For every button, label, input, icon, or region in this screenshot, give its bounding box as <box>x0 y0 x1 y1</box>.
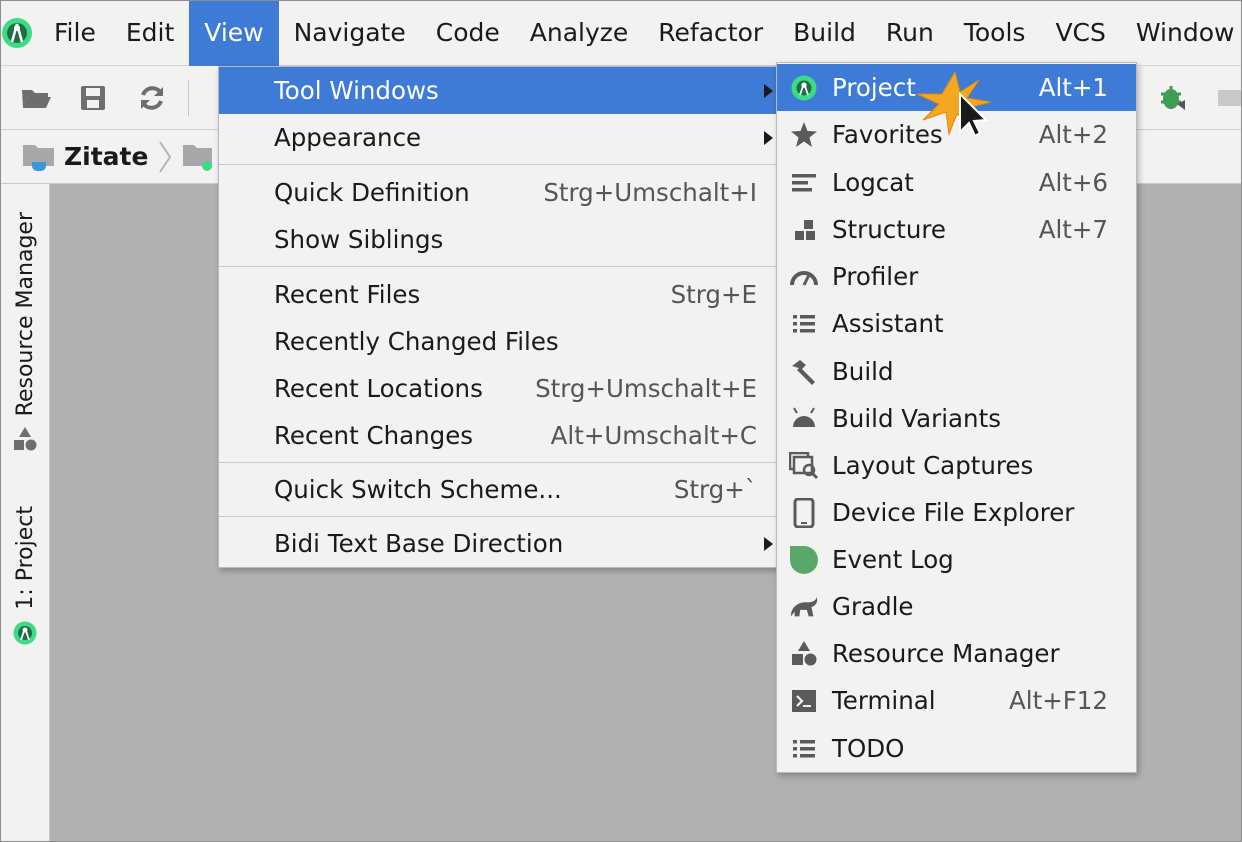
menu-bar: File Edit View Navigate Code Analyze Ref… <box>0 0 1242 66</box>
submenu-item-device-file-explorer[interactable]: Device File Explorer <box>777 489 1136 536</box>
submenu-item-layout-captures[interactable]: Layout Captures <box>777 442 1136 489</box>
tab-resource-manager-label: Resource Manager <box>12 212 38 417</box>
menu-edit[interactable]: Edit <box>111 0 189 66</box>
menu-build[interactable]: Build <box>778 0 871 66</box>
logcat-icon <box>789 168 819 198</box>
submenu-item-todo[interactable]: TODO <box>777 725 1136 772</box>
submenu-item-structure[interactable]: Structure Alt+7 <box>777 206 1136 253</box>
submenu-item-profiler[interactable]: Profiler <box>777 253 1136 300</box>
menu-item-show-siblings[interactable]: Show Siblings <box>219 216 777 263</box>
menu-item-quick-switch-scheme[interactable]: Quick Switch Scheme... Strg+` <box>219 466 777 513</box>
submenu-item-build[interactable]: Build <box>777 348 1136 395</box>
android-studio-logo-icon <box>0 0 34 66</box>
menu-tools[interactable]: Tools <box>949 0 1041 66</box>
submenu-item-resource-manager[interactable]: Resource Manager <box>777 630 1136 677</box>
terminal-icon <box>789 686 819 716</box>
resources-icon <box>789 639 819 669</box>
menu-item-bidi-text-base-direction[interactable]: Bidi Text Base Direction <box>219 520 777 567</box>
stop-icon[interactable] <box>1214 82 1242 114</box>
layout-captures-icon <box>789 451 819 481</box>
menu-code[interactable]: Code <box>421 0 515 66</box>
android-icon <box>789 404 819 434</box>
menu-file[interactable]: File <box>34 0 111 66</box>
module-folder-icon <box>182 142 214 172</box>
hammer-icon <box>789 357 819 387</box>
menu-item-recent-files[interactable]: Recent Files Strg+E <box>219 271 777 318</box>
phone-icon <box>789 497 819 528</box>
submenu-item-gradle[interactable]: Gradle <box>777 583 1136 630</box>
menu-separator <box>219 164 777 165</box>
toolbar-separator <box>188 80 189 116</box>
tab-project-label: 1: Project <box>12 506 38 610</box>
tool-windows-submenu: Project Alt+1 Favorites Alt+2 Logcat Alt… <box>776 62 1137 773</box>
menu-separator <box>219 516 777 517</box>
menu-item-appearance[interactable]: Appearance <box>219 114 777 161</box>
open-folder-icon[interactable] <box>20 82 52 114</box>
sync-icon[interactable] <box>136 82 168 114</box>
submenu-item-event-log[interactable]: Event Log <box>777 536 1136 583</box>
menu-item-recent-changes[interactable]: Recent Changes Alt+Umschalt+C <box>219 412 777 459</box>
submenu-item-assistant[interactable]: Assistant <box>777 300 1136 347</box>
menu-vcs[interactable]: VCS <box>1040 0 1120 66</box>
android-project-icon <box>12 620 38 646</box>
menu-separator <box>219 266 777 267</box>
mouse-cursor-icon <box>916 70 992 138</box>
gradle-icon <box>789 592 819 622</box>
android-project-icon <box>789 73 819 103</box>
list-icon <box>789 734 819 764</box>
menu-navigate[interactable]: Navigate <box>279 0 421 66</box>
save-icon[interactable] <box>77 82 109 114</box>
left-tool-strip: Resource Manager 1: Project <box>0 184 50 842</box>
gauge-icon <box>789 262 819 292</box>
chevron-right-icon <box>158 140 172 174</box>
menu-separator <box>219 462 777 463</box>
structure-icon <box>789 215 819 245</box>
submenu-arrow-icon <box>764 130 773 145</box>
tab-project[interactable]: 1: Project <box>8 506 42 646</box>
tab-resource-manager[interactable]: Resource Manager <box>8 212 42 452</box>
menu-item-quick-definition[interactable]: Quick Definition Strg+Umschalt+I <box>219 169 777 216</box>
menu-item-recently-changed-files[interactable]: Recently Changed Files <box>219 318 777 365</box>
event-log-icon <box>789 545 819 575</box>
submenu-item-build-variants[interactable]: Build Variants <box>777 395 1136 442</box>
resources-icon <box>12 426 38 452</box>
menu-window[interactable]: Window <box>1121 0 1242 66</box>
project-folder-icon <box>22 142 56 172</box>
menu-item-tool-windows[interactable]: Tool Windows <box>219 67 777 114</box>
menu-run[interactable]: Run <box>871 0 949 66</box>
list-icon <box>789 309 819 339</box>
view-menu-popup: Tool Windows Appearance Quick Definition… <box>218 66 778 568</box>
menu-view[interactable]: View <box>189 0 279 66</box>
menu-refactor[interactable]: Refactor <box>643 0 778 66</box>
submenu-arrow-icon <box>764 536 773 551</box>
breadcrumb-project[interactable]: Zitate <box>64 142 148 171</box>
submenu-arrow-icon <box>764 83 773 98</box>
menu-item-recent-locations[interactable]: Recent Locations Strg+Umschalt+E <box>219 365 777 412</box>
star-icon <box>789 120 819 150</box>
debug-attach-icon[interactable] <box>1157 82 1189 114</box>
submenu-item-logcat[interactable]: Logcat Alt+6 <box>777 159 1136 206</box>
submenu-item-terminal[interactable]: Terminal Alt+F12 <box>777 677 1136 724</box>
menu-analyze[interactable]: Analyze <box>515 0 644 66</box>
